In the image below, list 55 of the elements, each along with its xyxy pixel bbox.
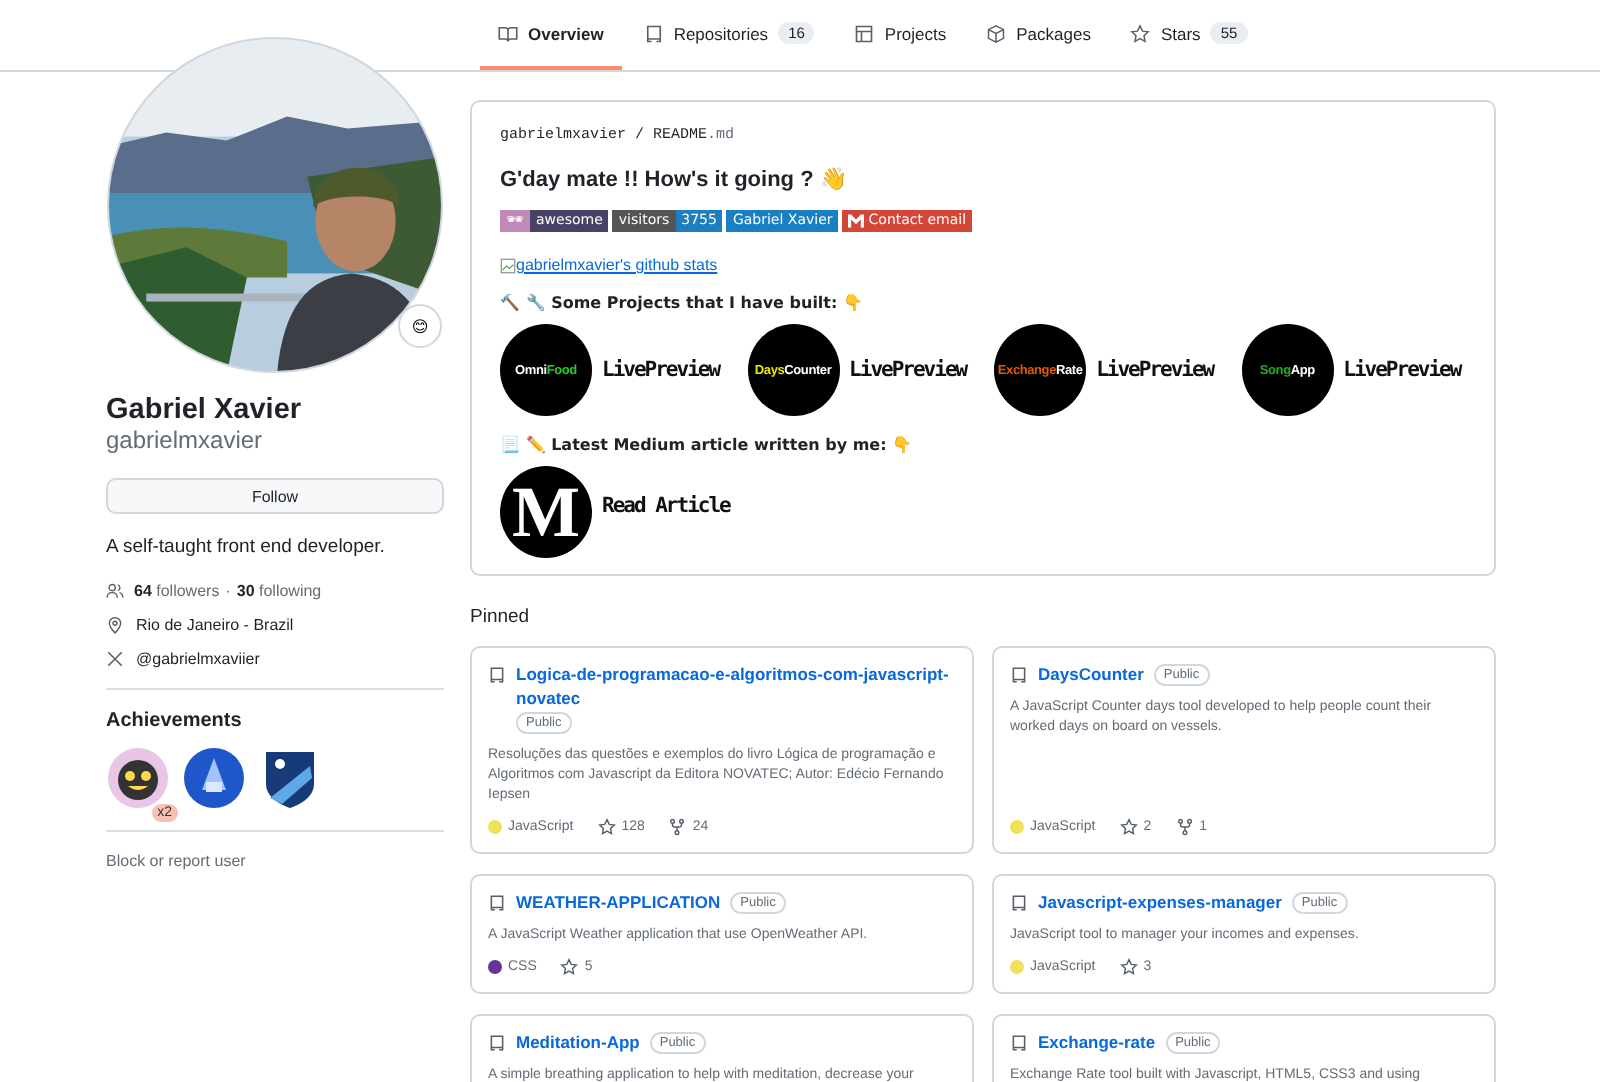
broken-image-icon xyxy=(500,257,516,273)
tab-icon xyxy=(986,23,1007,43)
profile-username: gabrielmxavier xyxy=(106,426,265,454)
star-icon xyxy=(560,958,579,976)
read-article-link[interactable]: Read Article xyxy=(602,493,734,519)
profile-name: Gabriel Xavier xyxy=(106,394,304,426)
live-preview-link[interactable]: LivePreview xyxy=(849,357,971,383)
star-icon xyxy=(1119,818,1138,836)
tab-icon xyxy=(643,23,664,43)
achievement-badge-icon[interactable] xyxy=(182,746,246,810)
repo-link[interactable]: Exchange-rate xyxy=(1038,1030,1156,1054)
repo-link[interactable]: Javascript-expenses-manager xyxy=(1038,890,1282,914)
live-preview-link[interactable]: LivePreview xyxy=(1096,357,1218,383)
live-preview-link[interactable]: LivePreview xyxy=(602,357,724,383)
repo-link[interactable]: WEATHER-APPLICATION xyxy=(516,890,721,914)
status-button[interactable]: 😊 xyxy=(398,304,442,348)
readme-heading: G'day mate !! How's it going ? 👋 xyxy=(500,166,850,192)
repo-icon xyxy=(488,894,506,912)
medium-logo[interactable]: M xyxy=(500,466,592,558)
nav-tab[interactable]: Overview xyxy=(480,0,622,70)
pinned-heading: Pinned xyxy=(470,606,532,628)
achievements-heading: Achievements xyxy=(106,710,244,732)
followers-link[interactable]: 64 followers xyxy=(134,582,220,600)
fork-icon xyxy=(668,818,687,836)
live-preview-link[interactable]: LivePreview xyxy=(1343,357,1465,383)
repo-icon xyxy=(1010,1034,1028,1052)
repo-link[interactable]: Logica-de-programacao-e-algoritmos-com-javascript-novatec xyxy=(516,662,956,710)
nav-tab[interactable]: Packages xyxy=(968,0,1109,70)
repo-link[interactable]: Meditation-App xyxy=(516,1030,640,1054)
repo-icon xyxy=(488,666,506,684)
projects-heading: 🔨 🔧 Some Projects that I have built: 👇 xyxy=(500,294,865,312)
star-icon xyxy=(1119,958,1138,976)
article-heading: 📃 ✏ Latest Medium article written by me: 👇 xyxy=(500,436,915,454)
location-icon xyxy=(106,616,124,634)
achievement-badge-icon[interactable] xyxy=(106,746,170,810)
nav-tab[interactable]: Projects xyxy=(836,0,965,70)
people-icon xyxy=(106,582,124,600)
fork-icon xyxy=(1175,818,1194,836)
star-icon xyxy=(597,818,616,836)
tab-icon xyxy=(854,23,875,43)
social-link[interactable]: @gabrielmxaviier xyxy=(136,650,260,668)
repo-icon xyxy=(488,1034,506,1052)
tab-icon xyxy=(1130,23,1151,43)
x-icon xyxy=(106,650,124,668)
tab-icon xyxy=(498,23,518,43)
following-link[interactable]: 30 following xyxy=(236,582,322,600)
block-report-link[interactable]: Block or report user xyxy=(106,852,444,870)
separator-dot: · xyxy=(225,582,231,600)
follow-button[interactable]: Follow xyxy=(106,478,444,514)
repo-link[interactable]: DaysCounter xyxy=(1038,662,1144,686)
stats-link[interactable]: gabrielmxavier's github stats xyxy=(516,256,718,274)
repo-icon xyxy=(1010,894,1028,912)
profile-bio: A self-taught front end developer. xyxy=(106,536,387,558)
repo-icon xyxy=(1010,666,1028,684)
location-text: Rio de Janeiro - Brazil xyxy=(136,616,294,634)
